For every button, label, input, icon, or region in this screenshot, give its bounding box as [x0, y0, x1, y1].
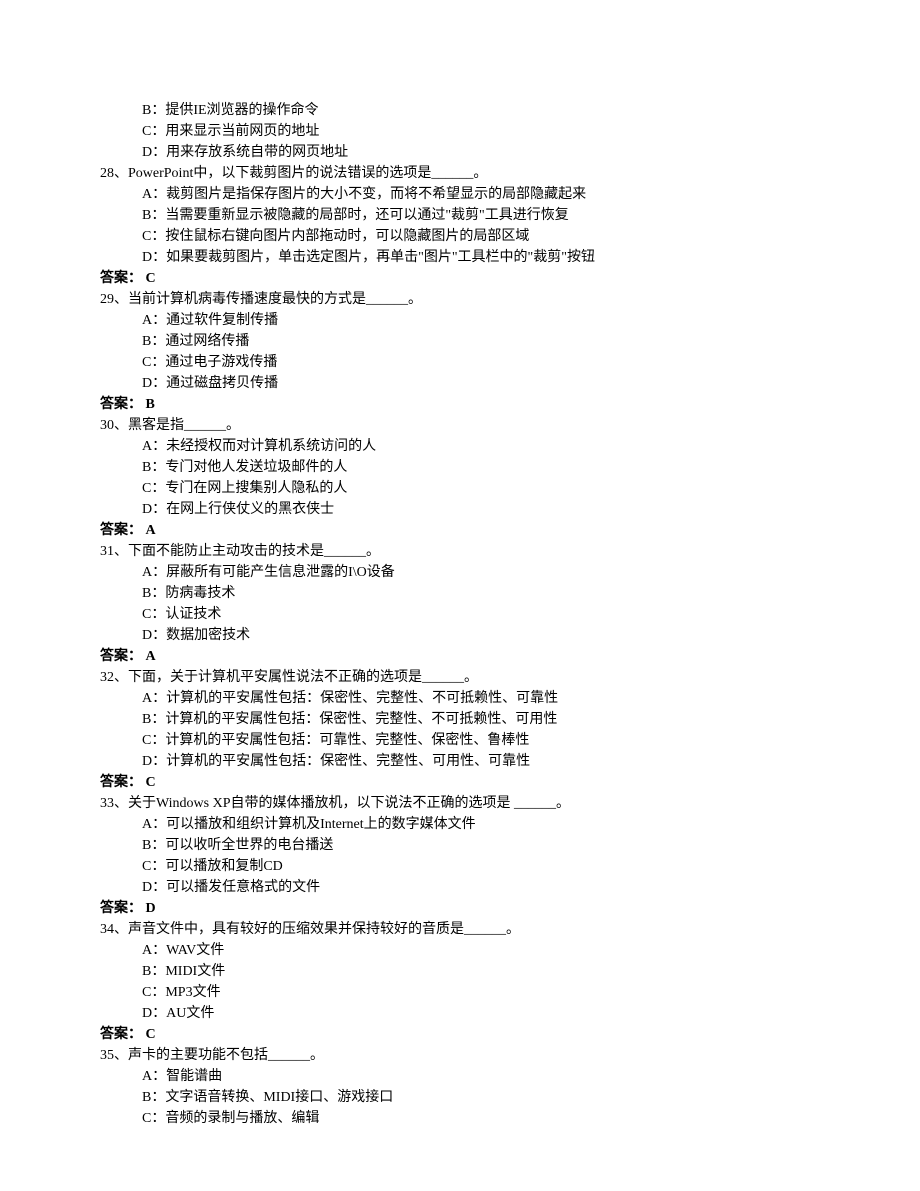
option-line: B：当需要重新显示被隐藏的局部时，还可以通过"裁剪"工具进行恢复: [100, 205, 820, 226]
option-line: D：可以播发任意格式的文件: [100, 877, 820, 898]
option-line: D：在网上行侠仗义的黑衣侠士: [100, 499, 820, 520]
answer-line: 答案： A: [100, 646, 820, 667]
answer-line: 答案： A: [100, 520, 820, 541]
option-line: D：用来存放系统自带的网页地址: [100, 142, 820, 163]
option-line: B：计算机的平安属性包括：保密性、完整性、不可抵赖性、可用性: [100, 709, 820, 730]
question-line: 32、下面，关于计算机平安属性说法不正确的选项是______。: [100, 667, 820, 688]
option-line: A：屏蔽所有可能产生信息泄露的I\O设备: [100, 562, 820, 583]
option-line: A：WAV文件: [100, 940, 820, 961]
answer-line: 答案： B: [100, 394, 820, 415]
answer-line: 答案： C: [100, 1024, 820, 1045]
option-line: C：认证技术: [100, 604, 820, 625]
option-line: B：通过网络传播: [100, 331, 820, 352]
question-line: 34、声音文件中，具有较好的压缩效果并保持较好的音质是______。: [100, 919, 820, 940]
option-line: C：计算机的平安属性包括：可靠性、完整性、保密性、鲁棒性: [100, 730, 820, 751]
option-line: B：提供IE浏览器的操作命令: [100, 100, 820, 121]
answer-line: 答案： C: [100, 772, 820, 793]
question-line: 29、当前计算机病毒传播速度最快的方式是______。: [100, 289, 820, 310]
option-line: D：AU文件: [100, 1003, 820, 1024]
option-line: D：数据加密技术: [100, 625, 820, 646]
option-line: A：未经授权而对计算机系统访问的人: [100, 436, 820, 457]
option-line: C：通过电子游戏传播: [100, 352, 820, 373]
option-line: A：裁剪图片是指保存图片的大小不变，而将不希望显示的局部隐藏起来: [100, 184, 820, 205]
option-line: C：按住鼠标右键向图片内部拖动时，可以隐藏图片的局部区域: [100, 226, 820, 247]
option-line: B：可以收听全世界的电台播送: [100, 835, 820, 856]
option-line: A：计算机的平安属性包括：保密性、完整性、不可抵赖性、可靠性: [100, 688, 820, 709]
question-line: 31、下面不能防止主动攻击的技术是______。: [100, 541, 820, 562]
answer-line: 答案： D: [100, 898, 820, 919]
option-line: C：音频的录制与播放、编辑: [100, 1108, 820, 1129]
option-line: D：通过磁盘拷贝传播: [100, 373, 820, 394]
question-line: 28、PowerPoint中，以下裁剪图片的说法错误的选项是______。: [100, 163, 820, 184]
option-line: C：用来显示当前网页的地址: [100, 121, 820, 142]
option-line: A：可以播放和组织计算机及Internet上的数字媒体文件: [100, 814, 820, 835]
document-body: B：提供IE浏览器的操作命令C：用来显示当前网页的地址D：用来存放系统自带的网页…: [100, 100, 820, 1129]
option-line: B：专门对他人发送垃圾邮件的人: [100, 457, 820, 478]
option-line: A：通过软件复制传播: [100, 310, 820, 331]
option-line: B：防病毒技术: [100, 583, 820, 604]
answer-line: 答案： C: [100, 268, 820, 289]
question-line: 35、声卡的主要功能不包括______。: [100, 1045, 820, 1066]
option-line: C：MP3文件: [100, 982, 820, 1003]
question-line: 33、关于Windows XP自带的媒体播放机，以下说法不正确的选项是 ____…: [100, 793, 820, 814]
option-line: D：计算机的平安属性包括：保密性、完整性、可用性、可靠性: [100, 751, 820, 772]
option-line: C：专门在网上搜集别人隐私的人: [100, 478, 820, 499]
option-line: B：文字语音转换、MIDI接口、游戏接口: [100, 1087, 820, 1108]
question-line: 30、黑客是指______。: [100, 415, 820, 436]
option-line: B：MIDI文件: [100, 961, 820, 982]
option-line: C：可以播放和复制CD: [100, 856, 820, 877]
option-line: D：如果要裁剪图片，单击选定图片，再单击"图片"工具栏中的"裁剪"按钮: [100, 247, 820, 268]
option-line: A：智能谱曲: [100, 1066, 820, 1087]
